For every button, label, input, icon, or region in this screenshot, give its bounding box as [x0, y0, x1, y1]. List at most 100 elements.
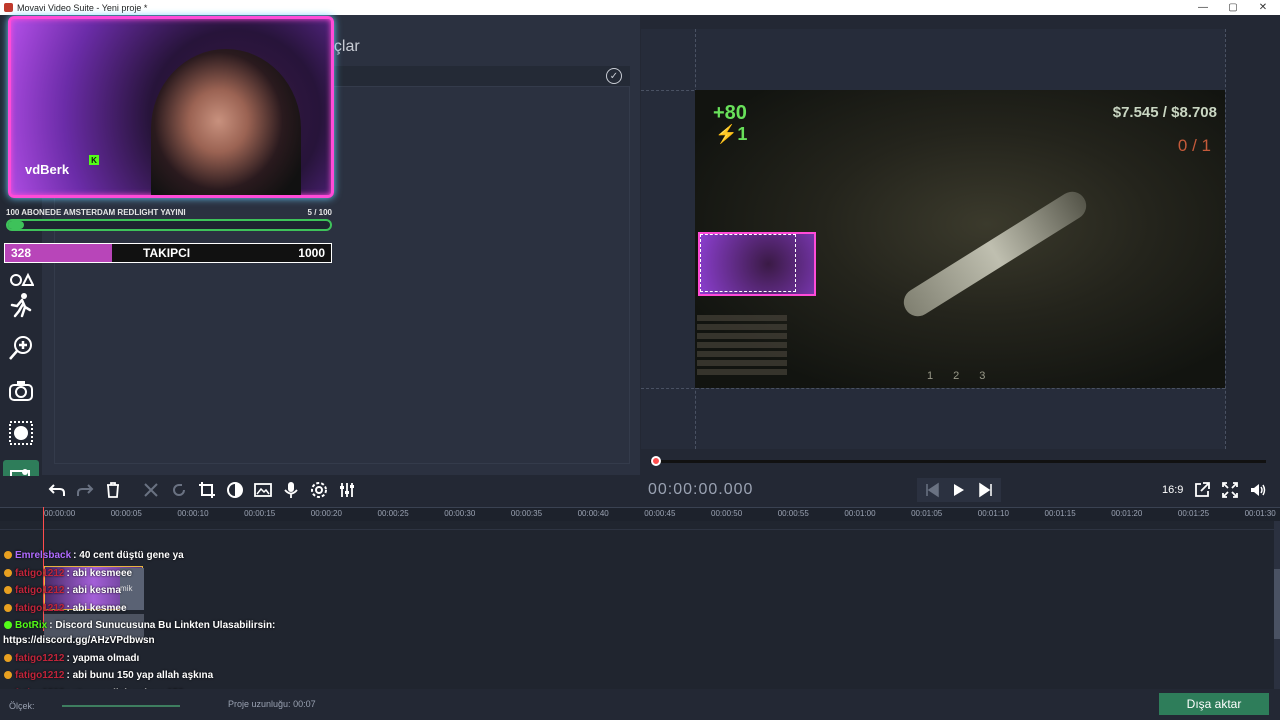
apply-check-button[interactable]: ✓	[606, 68, 622, 84]
goal-progress-fill	[8, 221, 25, 229]
export-button[interactable]: Dışa aktar	[1159, 693, 1269, 715]
chat-text: : 40 cent düştü gene ya	[73, 550, 184, 561]
ruler-tick-label: 00:00:30	[444, 509, 476, 518]
previous-frame-button[interactable]	[917, 478, 947, 502]
maximize-button[interactable]: ▢	[1217, 0, 1249, 15]
chat-message: fatigo1212: abi kesma	[4, 585, 121, 596]
chat-message: BotRix: Discord Sunucusuna Bu Linkten Ul…	[4, 620, 275, 631]
chat-username: fatigo1212	[15, 670, 65, 681]
motion-tool-button[interactable]	[3, 287, 39, 323]
skip-back-icon	[926, 482, 939, 498]
game-health: +80	[713, 102, 747, 124]
record-audio-button[interactable]	[279, 478, 303, 502]
mask-tool-button[interactable]	[3, 415, 39, 451]
play-button[interactable]	[945, 478, 971, 502]
preview-scrubber[interactable]	[650, 460, 1266, 463]
ruler-tick-label: 00:01:05	[911, 509, 943, 518]
ruler-tick-label: 00:00:35	[510, 509, 543, 518]
scale-slider[interactable]	[62, 705, 180, 707]
timeline-tracks	[0, 521, 1280, 689]
chat-username: fatigo1212	[15, 585, 65, 596]
chat-text: : abi bunu 150 yap allah aşkına	[66, 670, 214, 681]
track-divider	[0, 529, 1280, 530]
skip-forward-icon	[979, 482, 992, 498]
kick-logo-icon: K	[89, 155, 99, 165]
rotate-icon	[173, 484, 185, 496]
chat-message: fatigo1212: abi bunu 150 yap allah aşkın…	[4, 670, 213, 681]
image-button[interactable]	[251, 478, 275, 502]
crop-button[interactable]	[195, 478, 219, 502]
chat-username: BotRix	[15, 620, 48, 631]
speaker-icon	[1251, 484, 1266, 496]
scissors-icon	[144, 483, 158, 497]
chat-text: : abi kesmee	[66, 603, 127, 614]
color-adjust-button[interactable]	[223, 478, 247, 502]
delete-button[interactable]	[101, 478, 125, 502]
scrubber-handle[interactable]	[651, 456, 661, 466]
chat-message: fatigo1212: yapma olmadı	[4, 653, 139, 664]
close-button[interactable]: ✕	[1247, 0, 1279, 15]
undo-button[interactable]	[45, 478, 69, 502]
ruler-tick-label: 00:00:20	[310, 509, 342, 518]
edit-toolbar	[0, 476, 1280, 506]
microphone-icon	[284, 482, 298, 498]
goal-progress-bar	[6, 219, 332, 231]
gear-icon	[311, 482, 327, 498]
window-titlebar: Movavi Video Suite - Yeni proje * — ▢ ✕	[0, 0, 1280, 15]
next-frame-button[interactable]	[971, 478, 1001, 502]
guide-line	[641, 388, 1225, 389]
chat-badge-icon	[4, 604, 12, 613]
chat-text: : abi kesmeee	[66, 568, 133, 579]
zoom-tool-button[interactable]	[3, 330, 39, 366]
app-icon	[4, 3, 13, 12]
ruler-tick-label: 00:01:00	[844, 509, 876, 518]
ruler-tick-label: 00:00:15	[244, 509, 276, 518]
selection-box[interactable]	[700, 234, 796, 292]
follower-target: 1000	[298, 246, 325, 260]
status-bar: Ölçek: Proje uzunluğu: 00:07	[0, 689, 1280, 720]
volume-button[interactable]	[1246, 478, 1270, 502]
video-preview[interactable]: +80 ⚡1 $7.545 / $8.708 0 / 1 123	[695, 90, 1225, 388]
ruler-tick-label: 00:01:15	[1044, 509, 1076, 518]
knife-image	[898, 186, 1092, 322]
follower-label: TAKIPCI	[143, 246, 191, 260]
chat-badge-icon	[4, 551, 12, 560]
sliders-icon	[340, 483, 354, 497]
ruler-tick-label: 00:01:20	[1111, 509, 1143, 518]
minimize-button[interactable]: —	[1187, 0, 1219, 15]
redo-button[interactable]	[73, 478, 97, 502]
aspect-ratio-button[interactable]: 16:9	[1162, 484, 1183, 496]
capture-tool-button[interactable]	[3, 373, 39, 409]
rotate-button[interactable]	[167, 478, 191, 502]
chat-badge-icon	[4, 671, 12, 680]
ruler-tick-label: 00:00:50	[711, 509, 743, 518]
equalizer-button[interactable]	[335, 478, 359, 502]
chat-username: fatigo1212	[15, 568, 65, 579]
chat-message: Emrelsback: 40 cent düştü gene ya	[4, 550, 184, 561]
chat-badge-icon	[4, 569, 12, 578]
chat-text: : yapma olmadı	[66, 653, 140, 664]
settings-button[interactable]	[307, 478, 331, 502]
detach-preview-button[interactable]	[1190, 478, 1214, 502]
chat-message: https://discord.gg/AHzVPdbwsn	[3, 635, 155, 646]
ruler-tick-label: 00:00:45	[644, 509, 676, 518]
cut-button[interactable]	[139, 478, 163, 502]
ruler-tick-label: 00:00:25	[377, 509, 409, 518]
ruler-tick-label: 00:01:25	[1177, 509, 1210, 518]
camera-icon	[9, 381, 33, 401]
ruler-tick-label: 00:00:10	[177, 509, 209, 518]
game-score: 0 / 1	[1177, 136, 1211, 155]
chat-message: fatigo1212: abi kesmeee	[4, 568, 132, 579]
goal-text: 100 ABONEDE AMSTERDAM REDLIGHT YAYINI	[6, 208, 186, 217]
crop-icon	[199, 482, 215, 498]
follower-current: 328	[11, 246, 32, 260]
goal-counter: 5 / 100	[307, 208, 332, 217]
chat-username: fatigo1212	[15, 653, 65, 664]
project-length: Proje uzunluğu: 00:07	[228, 699, 316, 709]
fullscreen-button[interactable]	[1218, 478, 1242, 502]
timeline-scrollbar[interactable]	[1274, 521, 1280, 689]
webcam-overlay: K vdBerk	[8, 16, 334, 198]
scrollbar-thumb[interactable]	[1274, 569, 1280, 639]
chat-username: fatigo1212	[15, 603, 65, 614]
running-person-icon	[10, 293, 32, 318]
